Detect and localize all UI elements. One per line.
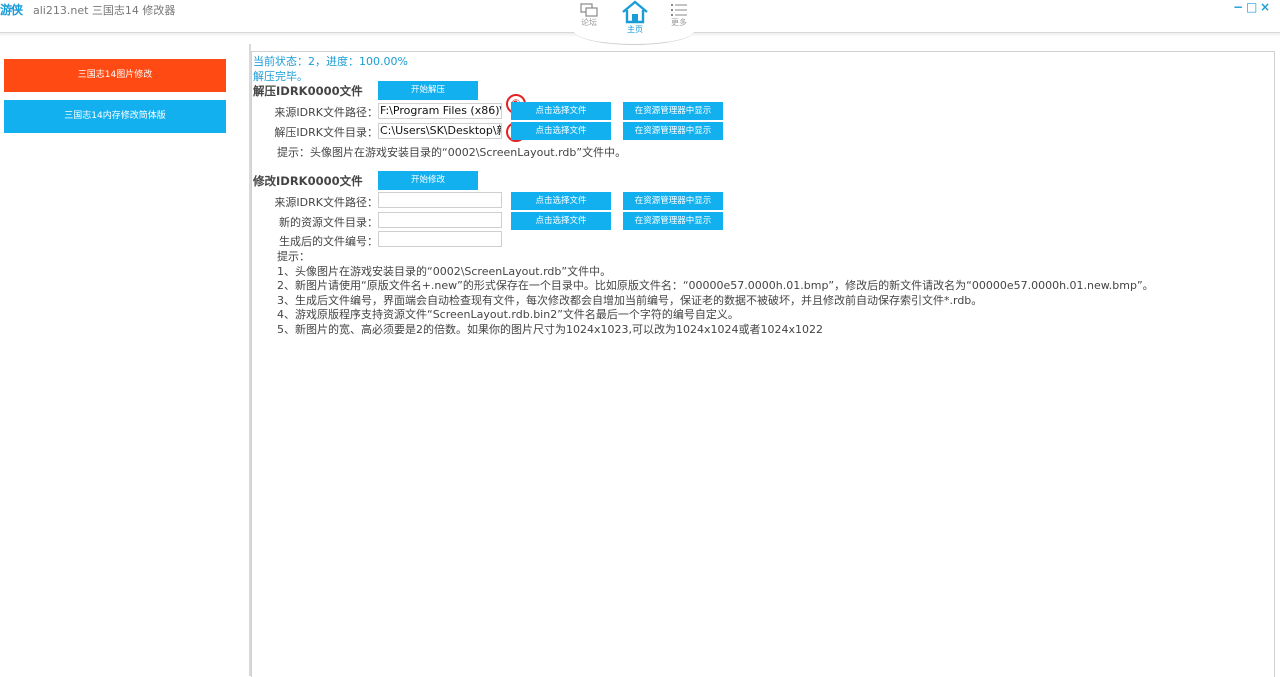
sidebar-item-image-modify[interactable]: 三国志14图片修改 xyxy=(4,59,226,92)
nav-forum[interactable]: 论坛 xyxy=(576,3,602,28)
extract-source-input[interactable]: F:\Program Files (x86)\S xyxy=(378,103,502,119)
app-title: ali213.net 三国志14 修改器 xyxy=(33,4,176,17)
home-icon xyxy=(622,0,648,24)
close-button[interactable]: × xyxy=(1260,0,1270,14)
start-extract-button[interactable]: 开始解压 xyxy=(378,81,478,100)
extract-section-title: 解压IDRK0000文件 xyxy=(253,84,363,98)
extract-hint: 提示：头像图片在游戏安装目录的“0002\ScreenLayout.rdb”文件… xyxy=(277,146,627,159)
modify-newres-select-button[interactable]: 点击选择文件 xyxy=(511,212,611,230)
list-icon xyxy=(671,4,687,16)
sidebar: 三国志14图片修改 三国志14内存修改简体版 xyxy=(0,44,251,676)
nav-home[interactable]: 主页 xyxy=(618,0,652,35)
forum-icon xyxy=(580,3,598,17)
extract-source-select-button[interactable]: 点击选择文件 xyxy=(511,102,611,120)
modify-section-title: 修改IDRK0000文件 xyxy=(253,174,363,188)
extract-dir-select-button[interactable]: 点击选择文件 xyxy=(511,122,611,140)
modify-hint-4: 4、游戏原版程序支持资源文件“ScreenLayout.rdb.bin2”文件名… xyxy=(277,308,739,321)
main-panel: 当前状态：2，进度：100.00% 解压完毕。 解压IDRK0000文件 开始解… xyxy=(251,51,1275,677)
extract-dir-show-button[interactable]: 在资源管理器中显示 xyxy=(623,122,723,140)
maximize-button[interactable]: □ xyxy=(1246,0,1257,14)
modify-newres-show-button[interactable]: 在资源管理器中显示 xyxy=(623,212,723,230)
modify-hint-5: 5、新图片的宽、高必须要是2的倍数。如果你的图片尺寸为1024x1023,可以改… xyxy=(277,323,823,336)
modify-source-input[interactable] xyxy=(378,192,502,208)
title-bar: 游侠 ali213.net 三国志14 修改器 论坛 主页 更多 − □ × xyxy=(0,0,1280,45)
modify-newres-input[interactable] xyxy=(378,212,502,228)
extract-source-show-button[interactable]: 在资源管理器中显示 xyxy=(623,102,723,120)
modify-source-label: 来源IDRK文件路径： xyxy=(274,196,378,209)
sidebar-item-memory-modify[interactable]: 三国志14内存修改简体版 xyxy=(4,100,226,133)
status-progress: 当前状态：2，进度：100.00% xyxy=(253,55,408,68)
nav-forum-label: 论坛 xyxy=(581,18,597,27)
modify-hints-title: 提示： xyxy=(277,250,310,263)
minimize-button[interactable]: − xyxy=(1233,0,1243,14)
nav-more-label: 更多 xyxy=(671,18,687,27)
nav-home-label: 主页 xyxy=(627,25,643,34)
status-message: 解压完毕。 xyxy=(253,70,308,83)
modify-newres-label: 新的资源文件目录： xyxy=(279,216,378,229)
extract-dir-input[interactable]: C:\Users\SK\Desktop\新 xyxy=(378,123,502,139)
extract-dir-label: 解压IDRK文件目录： xyxy=(274,126,378,139)
extract-source-label: 来源IDRK文件路径： xyxy=(274,106,378,119)
start-modify-button[interactable]: 开始修改 xyxy=(378,171,478,190)
nav-more[interactable]: 更多 xyxy=(666,3,692,28)
modify-hint-2: 2、新图片请使用“原版文件名+.new”的形式保存在一个目录中。比如原版文件名：… xyxy=(277,279,1154,292)
modify-source-select-button[interactable]: 点击选择文件 xyxy=(511,192,611,210)
ali213-logo: 游侠 xyxy=(0,3,23,17)
modify-source-show-button[interactable]: 在资源管理器中显示 xyxy=(623,192,723,210)
modify-outnum-input[interactable] xyxy=(378,231,502,247)
modify-outnum-label: 生成后的文件编号： xyxy=(279,235,378,248)
